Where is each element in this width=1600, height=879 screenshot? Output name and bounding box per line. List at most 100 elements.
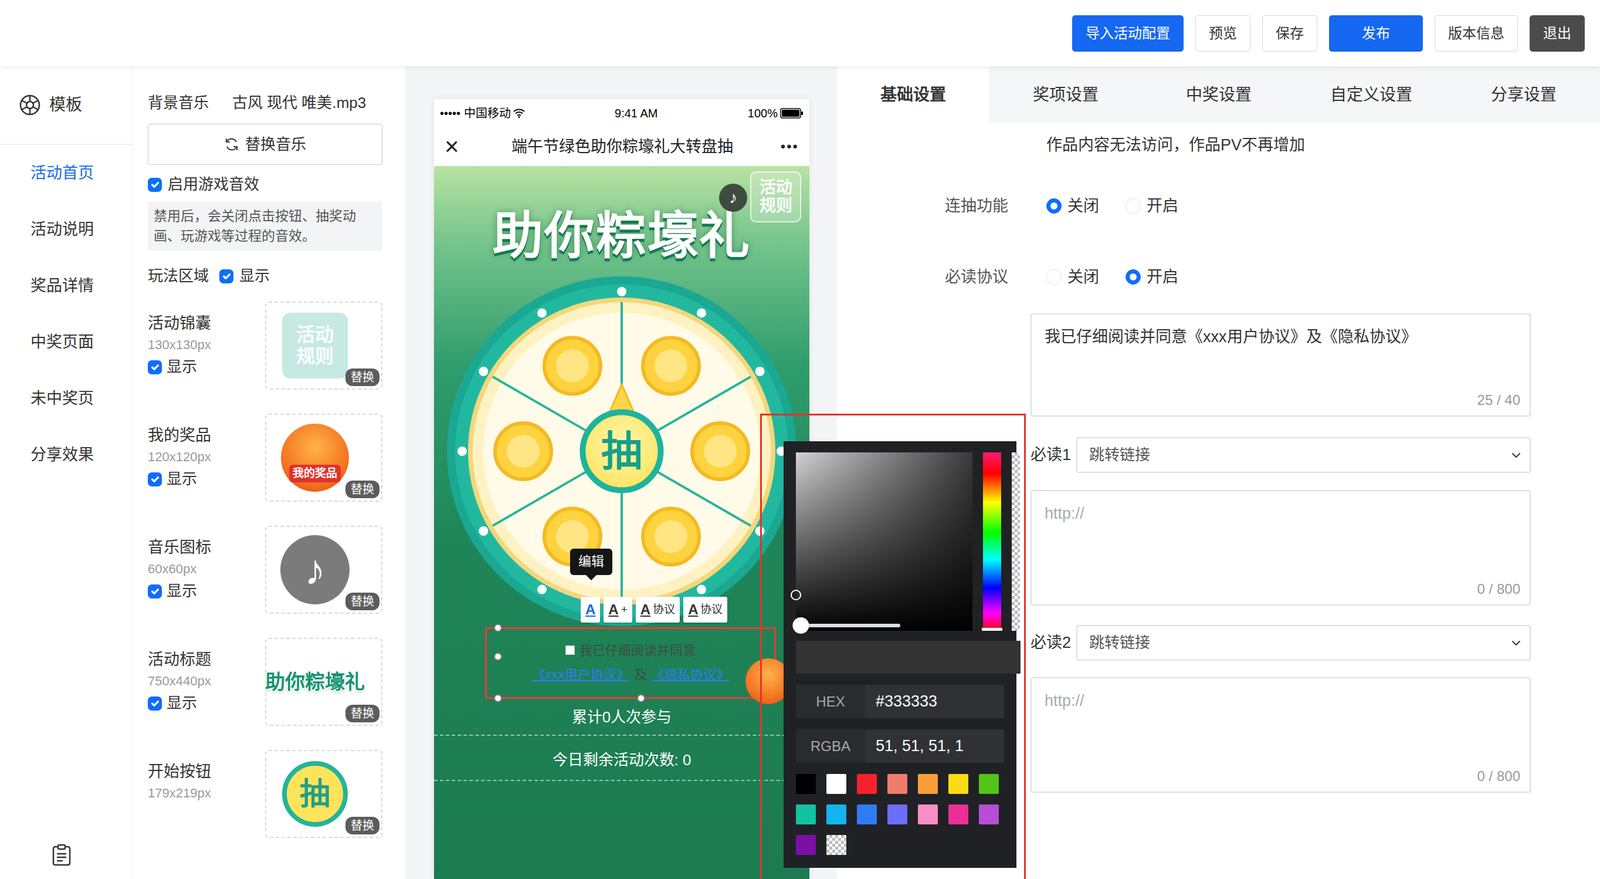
rgba-input[interactable] <box>865 729 1005 763</box>
hue-knob[interactable] <box>981 627 1003 631</box>
nav-item[interactable]: 分享效果 <box>0 426 132 483</box>
link-textarea[interactable] <box>1030 676 1531 793</box>
replace-music-label[interactable]: 替换音乐 <box>245 133 307 157</box>
color-swatch[interactable] <box>795 834 816 855</box>
asset-show-checkbox[interactable] <box>147 584 162 599</box>
nav-item[interactable]: 未中奖页 <box>0 370 132 427</box>
saturation-area[interactable] <box>795 452 973 631</box>
settings-tab[interactable]: 分享设置 <box>1447 66 1600 124</box>
asset-show-toggle[interactable]: 显示 <box>147 691 212 715</box>
color-swatch[interactable] <box>795 773 816 794</box>
link-textarea[interactable] <box>1030 489 1531 606</box>
asset-thumbnail[interactable]: 活动规则替换 <box>265 301 383 390</box>
hue-slider[interactable] <box>982 452 1002 631</box>
settings-tab[interactable]: 奖项设置 <box>989 66 1142 124</box>
text-tool-button[interactable]: A+ <box>603 596 632 623</box>
nav-item[interactable]: 中奖页面 <box>0 313 132 371</box>
template-label[interactable]: 模板 <box>49 92 83 118</box>
color-swatch[interactable] <box>978 804 999 825</box>
start-button[interactable]: 抽 <box>580 409 664 494</box>
radio-option[interactable]: 开启 <box>1125 194 1179 219</box>
radio-button[interactable] <box>1046 198 1062 214</box>
clipboard-button[interactable] <box>0 842 132 866</box>
color-swatch[interactable] <box>856 773 877 794</box>
radio-option[interactable]: 关闭 <box>1046 265 1100 290</box>
toolbar-button[interactable]: 保存 <box>1262 15 1318 52</box>
hex-input[interactable] <box>865 684 1005 718</box>
asset-show-label[interactable]: 显示 <box>166 467 198 491</box>
asset-show-toggle[interactable]: 显示 <box>147 467 212 491</box>
color-swatch[interactable] <box>826 804 847 825</box>
color-swatch[interactable] <box>826 773 847 794</box>
asset-show-checkbox[interactable] <box>147 360 162 375</box>
saturation-cursor[interactable] <box>790 589 802 600</box>
radio-label[interactable]: 关闭 <box>1067 194 1100 219</box>
toolbar-button[interactable]: 预览 <box>1195 15 1251 52</box>
resize-handle[interactable] <box>493 652 503 661</box>
replace-tag[interactable]: 替换 <box>345 368 380 386</box>
text-tool-button[interactable]: A <box>580 596 600 623</box>
radio-label[interactable]: 开启 <box>1146 194 1179 219</box>
play-area-checkbox[interactable] <box>219 269 234 284</box>
asset-thumbnail[interactable]: 助你粽壕礼替换 <box>265 637 383 726</box>
settings-tab[interactable]: 自定义设置 <box>1295 66 1448 124</box>
asset-show-toggle[interactable]: 显示 <box>147 579 212 603</box>
asset-show-checkbox[interactable] <box>147 696 162 711</box>
slider-knob[interactable] <box>792 617 809 634</box>
radio-option[interactable]: 开启 <box>1125 265 1179 290</box>
color-swatch[interactable] <box>887 804 908 825</box>
color-swatch[interactable] <box>795 804 816 825</box>
asset-show-label[interactable]: 显示 <box>166 355 198 379</box>
color-swatch[interactable] <box>948 804 969 825</box>
toolbar-button[interactable]: 版本信息 <box>1434 15 1518 52</box>
close-button[interactable]: × <box>444 134 465 159</box>
asset-thumbnail[interactable]: 抽替换 <box>265 749 383 838</box>
link-type-select[interactable]: 跳转链接 <box>1076 624 1531 661</box>
privacy-link[interactable]: 《隐私协议》 <box>651 666 730 682</box>
settings-tab[interactable]: 中奖设置 <box>1141 66 1295 124</box>
nav-item[interactable]: 活动首页 <box>0 144 132 202</box>
color-swatch[interactable] <box>887 773 908 794</box>
radio-label[interactable]: 开启 <box>1146 265 1179 290</box>
rules-badge[interactable]: 活动规则 <box>750 171 802 223</box>
asset-show-checkbox[interactable] <box>147 472 162 487</box>
replace-tag[interactable]: 替换 <box>345 480 380 498</box>
nav-item[interactable]: 奖品详情 <box>0 257 132 314</box>
color-swatch[interactable] <box>978 773 999 794</box>
resize-handle[interactable] <box>493 693 503 703</box>
asset-thumbnail[interactable]: ♪替换 <box>265 525 383 614</box>
asset-show-toggle[interactable]: 显示 <box>147 355 212 379</box>
radio-button[interactable] <box>1125 269 1141 285</box>
sound-label[interactable]: 启用游戏音效 <box>167 173 260 196</box>
asset-show-label[interactable]: 显示 <box>166 691 198 715</box>
wheel-area[interactable]: 抽 <box>445 275 798 627</box>
music-toggle[interactable]: ♪ <box>719 183 748 212</box>
color-swatch[interactable] <box>948 773 969 794</box>
agreement-checkbox[interactable] <box>565 645 575 655</box>
text-tool-button[interactable]: A协议 <box>683 596 728 623</box>
alpha-slider[interactable] <box>1011 452 1020 631</box>
play-area-show[interactable]: 显示 <box>239 264 270 288</box>
asset-show-label[interactable]: 显示 <box>166 579 198 603</box>
user-agreement-link[interactable]: 《xxx用户协议》 <box>532 666 630 682</box>
rules-badge-text[interactable]: 活动规则 <box>759 178 793 216</box>
exit-button[interactable]: 退出 <box>1529 15 1585 52</box>
sound-toggle[interactable]: 启用游戏音效 <box>147 173 383 196</box>
resize-handle[interactable] <box>636 693 646 703</box>
template-entry[interactable]: 模板 <box>0 66 132 145</box>
radio-option[interactable]: 关闭 <box>1046 194 1100 219</box>
replace-tag[interactable]: 替换 <box>345 592 380 610</box>
activity-title[interactable]: 助你粽壕礼 <box>492 208 751 263</box>
radio-button[interactable] <box>1125 198 1141 214</box>
link-type-select[interactable]: 跳转链接 <box>1076 436 1531 473</box>
color-swatch[interactable] <box>856 804 877 825</box>
more-button[interactable]: ••• <box>780 136 799 158</box>
text-tool-button[interactable]: A协议 <box>635 596 680 623</box>
asset-thumbnail[interactable]: 我的奖品替换 <box>265 413 383 502</box>
agreement-block[interactable]: 我已仔细阅读并同意《xxx用户协议》及《隐私协议》 <box>485 626 776 699</box>
radio-label[interactable]: 关闭 <box>1067 265 1100 290</box>
toolbar-button[interactable]: 导入活动配置 <box>1072 15 1184 52</box>
color-swatch[interactable] <box>826 834 847 855</box>
picker-slider[interactable] <box>795 623 901 627</box>
clipboard-icon[interactable] <box>51 843 72 866</box>
